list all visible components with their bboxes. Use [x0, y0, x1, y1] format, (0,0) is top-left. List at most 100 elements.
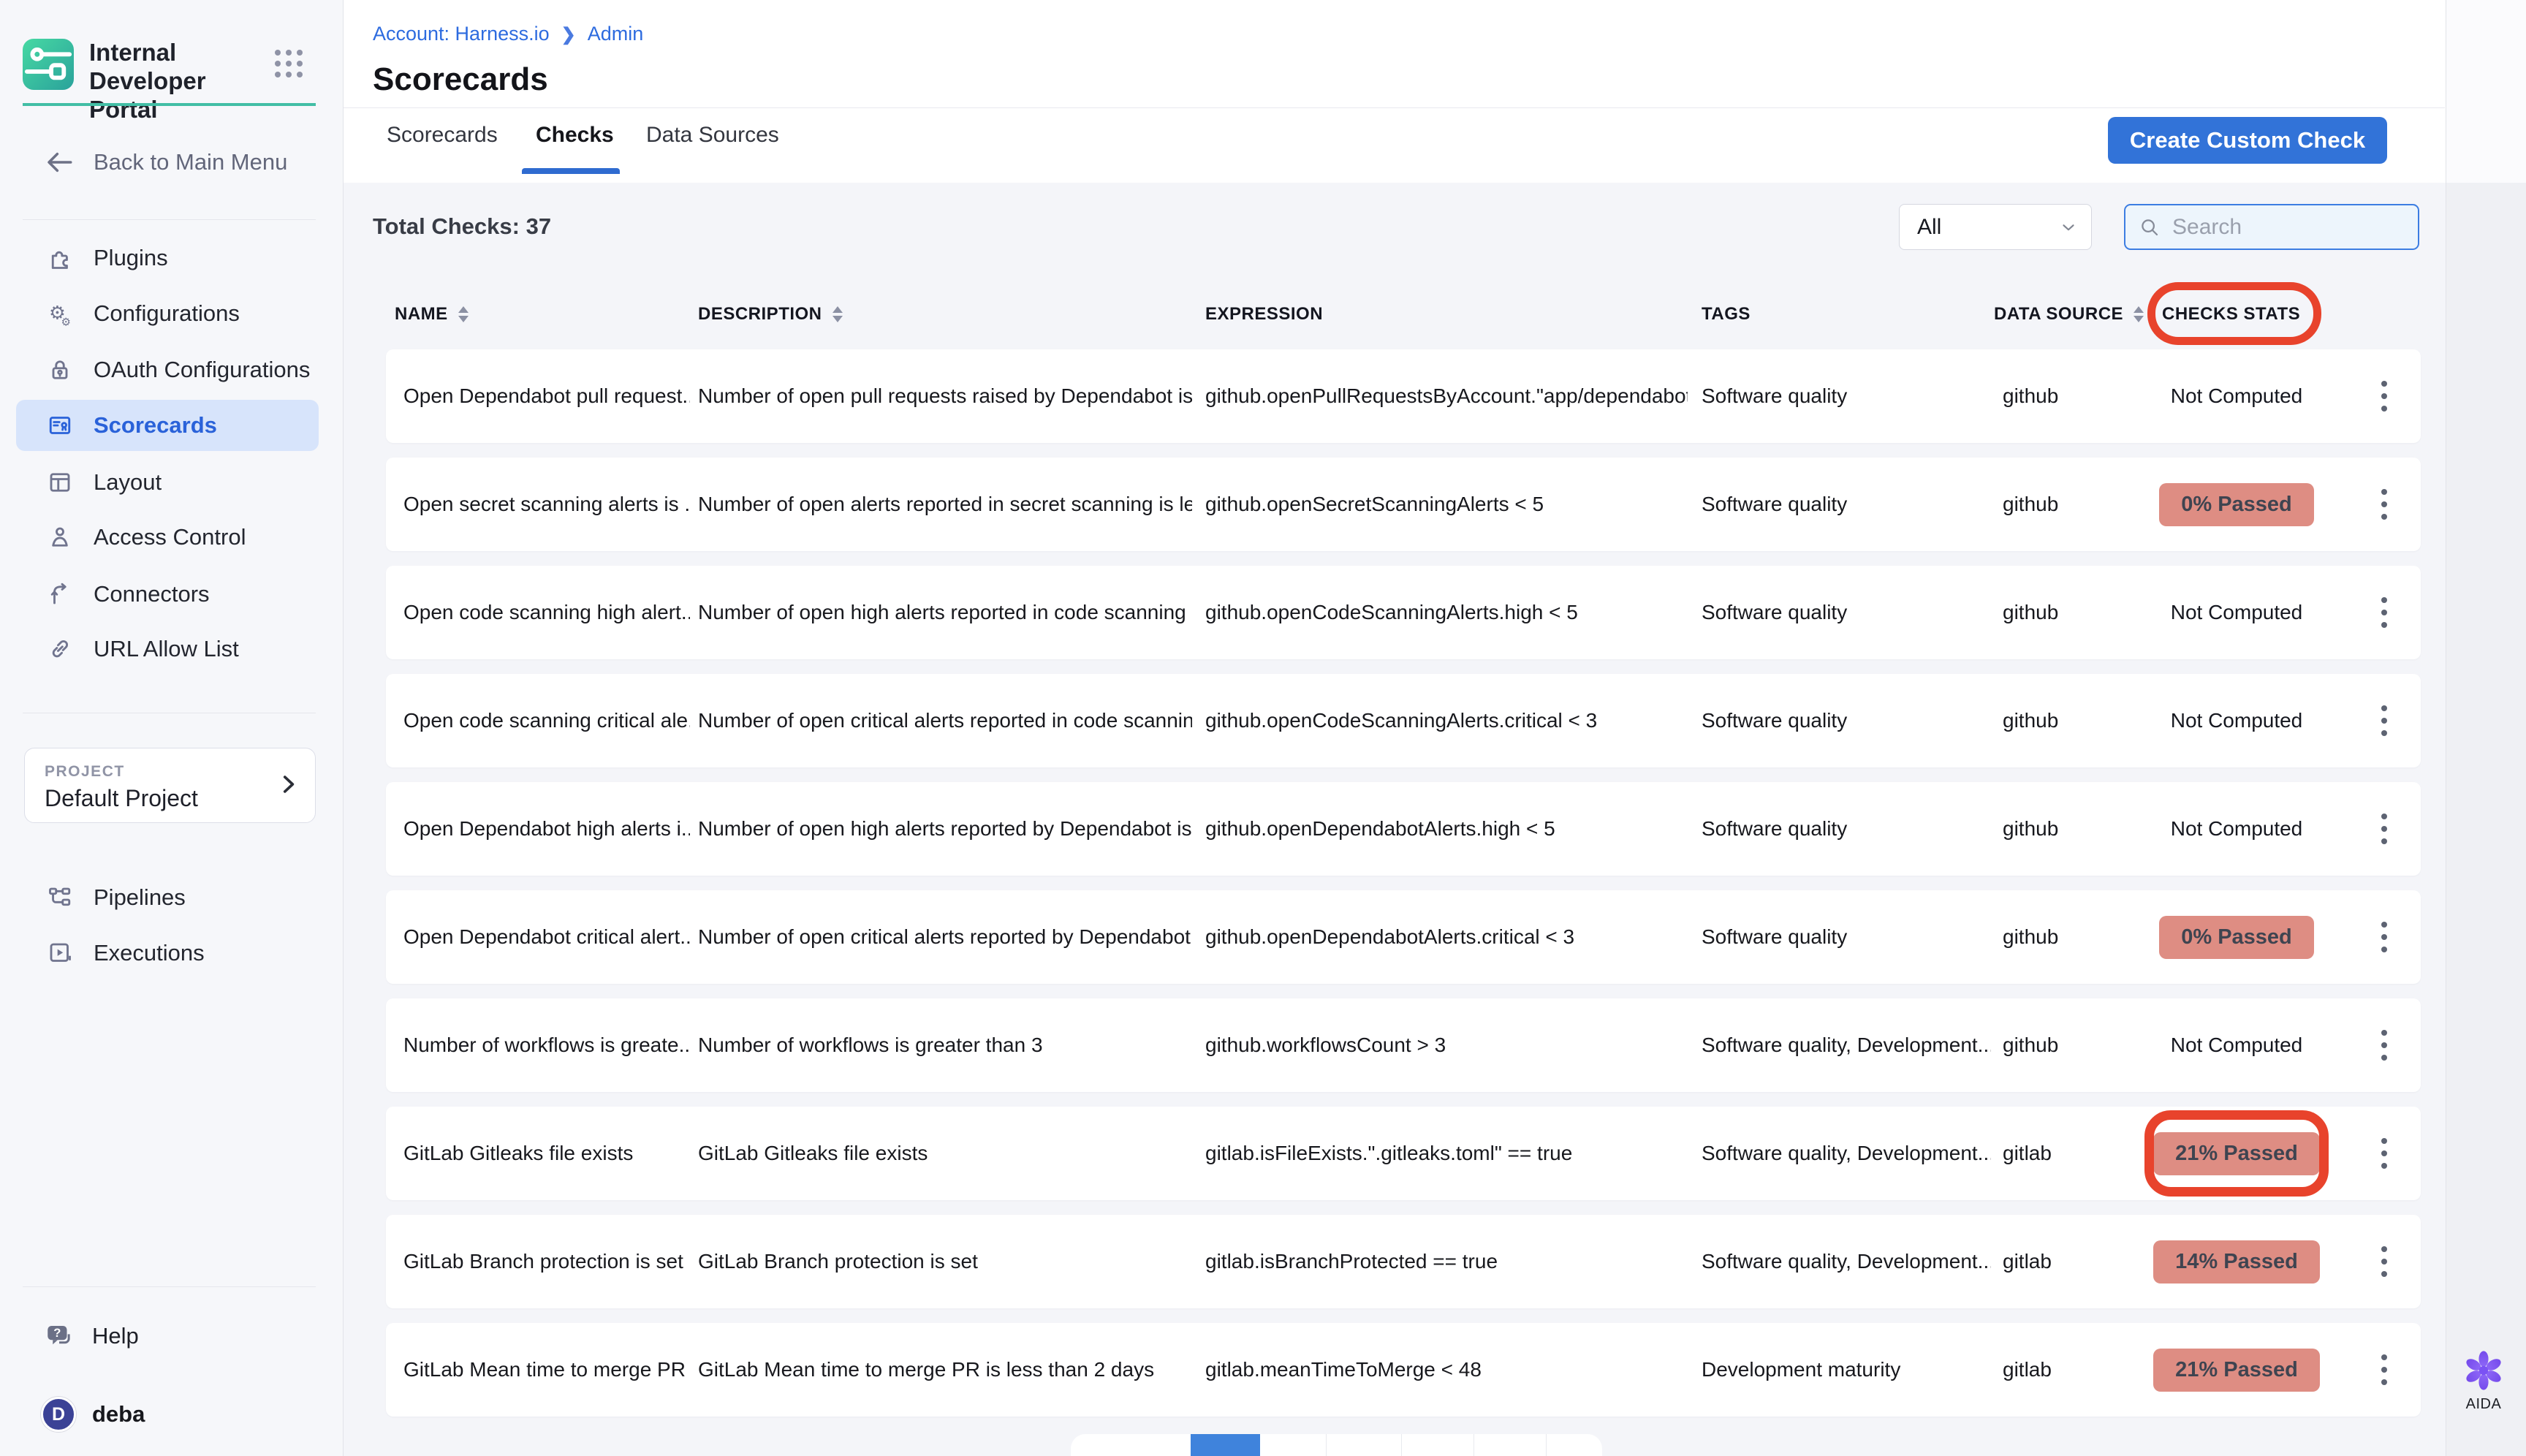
sidebar-item-plugins[interactable]: Plugins	[16, 232, 319, 284]
column-header-label: DATA SOURCE	[1994, 304, 2123, 325]
pipelines-icon	[47, 884, 73, 911]
column-header-tags: TAGS	[1702, 295, 1751, 333]
column-header-description[interactable]: DESCRIPTION	[698, 295, 843, 333]
sidebar-item-configurations[interactable]: ⚙ ⚙ Configurations	[16, 288, 319, 339]
check-data-source: gitlab	[2003, 1107, 2120, 1200]
check-name: Open Dependabot pull request...	[403, 349, 690, 443]
create-custom-check-button[interactable]: Create Custom Check	[2108, 117, 2387, 164]
right-gutter	[2446, 0, 2526, 1456]
table-row: GitLab Mean time to merge PR ... GitLab …	[386, 1323, 2421, 1417]
check-description: Number of open alerts reported in secret…	[698, 458, 1192, 551]
svg-text:⚙: ⚙	[61, 316, 71, 327]
row-menu-button[interactable]	[2368, 998, 2400, 1092]
check-tags: Software quality, Development...	[1702, 1107, 1991, 1200]
row-menu-button[interactable]	[2368, 890, 2400, 984]
executions-icon	[47, 940, 73, 966]
check-data-source: github	[2003, 349, 2120, 443]
check-stats-cell: 21% Passed	[2120, 1323, 2354, 1417]
gears-icon: ⚙ ⚙	[47, 300, 73, 327]
sidebar-item-layout[interactable]: Layout	[16, 457, 319, 508]
tab-checks[interactable]: Checks	[536, 123, 614, 148]
breadcrumb-account-link[interactable]: Account: Harness.io	[373, 23, 550, 45]
filter-value: All	[1917, 215, 2059, 240]
check-stats-value: 21% Passed	[2153, 1349, 2320, 1392]
check-stats-cell: 21% Passed	[2120, 1107, 2354, 1200]
table-row: GitLab Gitleaks file exists GitLab Gitle…	[386, 1107, 2421, 1200]
sidebar-item-oauth-configurations[interactable]: OAuth Configurations	[16, 344, 319, 395]
sort-icon[interactable]	[458, 306, 469, 322]
check-expression: github.openCodeScanningAlerts.high < 5	[1205, 566, 1688, 659]
check-description: Number of open high alerts reported by D…	[698, 782, 1192, 876]
app-grid-icon[interactable]	[275, 50, 306, 80]
lock-icon	[47, 357, 73, 383]
breadcrumb-chevron-icon: ❯	[561, 24, 576, 45]
check-description: GitLab Branch protection is set	[698, 1215, 1192, 1308]
row-menu-button[interactable]	[2368, 674, 2400, 767]
check-expression: gitlab.isFileExists.".gitleaks.toml" == …	[1205, 1107, 1688, 1200]
brand-title: Internal Developer Portal	[89, 38, 265, 124]
check-tags: Software quality	[1702, 674, 1991, 767]
check-stats-cell: Not Computed	[2120, 674, 2354, 767]
sidebar-item-label: Connectors	[94, 581, 210, 607]
sidebar-item-label: Access Control	[94, 524, 246, 550]
project-label: PROJECT	[45, 763, 125, 781]
check-stats-value: Not Computed	[2171, 384, 2303, 408]
check-tags: Software quality, Development...	[1702, 998, 1991, 1092]
column-header-name[interactable]: NAME	[395, 295, 469, 333]
sidebar-divider	[23, 219, 316, 220]
row-menu-button[interactable]	[2368, 1107, 2400, 1200]
sidebar-item-url-allow-list[interactable]: URL Allow List	[16, 623, 319, 675]
sidebar-item-connectors[interactable]: Connectors	[16, 569, 319, 620]
plugins-icon	[47, 245, 73, 271]
sidebar-item-access-control[interactable]: Access Control	[16, 512, 319, 563]
pagination-active-page[interactable]	[1191, 1434, 1260, 1456]
search-input[interactable]	[2171, 214, 2456, 240]
sidebar-item-scorecards[interactable]: Scorecards	[16, 400, 319, 451]
check-data-source: github	[2003, 782, 2120, 876]
breadcrumb-admin-link[interactable]: Admin	[588, 23, 644, 45]
check-data-source: gitlab	[2003, 1215, 2120, 1308]
tab-data-sources[interactable]: Data Sources	[646, 123, 779, 148]
row-menu-button[interactable]	[2368, 458, 2400, 551]
pagination-divider	[1546, 1434, 1547, 1456]
filter-dropdown[interactable]: All	[1899, 204, 2092, 250]
check-stats-value: Not Computed	[2171, 1034, 2303, 1057]
pagination-divider	[1326, 1434, 1327, 1456]
row-menu-button[interactable]	[2368, 782, 2400, 876]
pagination-divider	[1401, 1434, 1402, 1456]
chevron-down-icon	[2059, 218, 2078, 237]
avatar: D	[41, 1397, 76, 1432]
table-row: Open Dependabot critical alert... Number…	[386, 890, 2421, 984]
check-name: Open code scanning high alert...	[403, 566, 690, 659]
check-expression: github.openDependabotAlerts.high < 5	[1205, 782, 1688, 876]
check-name: Number of workflows is greate...	[403, 998, 690, 1092]
sidebar-item-pipelines[interactable]: Pipelines	[16, 872, 319, 923]
check-tags: Software quality	[1702, 349, 1991, 443]
user-menu[interactable]: D deba	[41, 1393, 145, 1436]
back-to-main-menu[interactable]: Back to Main Menu	[44, 140, 287, 184]
column-header-data-source[interactable]: DATA SOURCE	[1994, 295, 2144, 333]
sort-icon[interactable]	[2134, 306, 2144, 322]
sort-icon[interactable]	[832, 306, 843, 322]
row-menu-button[interactable]	[2368, 566, 2400, 659]
row-menu-button[interactable]	[2368, 1215, 2400, 1308]
check-description: Number of open high alerts reported in c…	[698, 566, 1192, 659]
aida-assistant-button[interactable]: AIDA	[2457, 1351, 2510, 1413]
sidebar-item-label: Pipelines	[94, 884, 186, 911]
help-button[interactable]: ? Help	[44, 1313, 139, 1360]
row-menu-button[interactable]	[2368, 349, 2400, 443]
row-menu-button[interactable]	[2368, 1323, 2400, 1417]
check-data-source: github	[2003, 890, 2120, 984]
sidebar-item-executions[interactable]: Executions	[16, 928, 319, 979]
project-selector[interactable]: PROJECT Default Project	[24, 748, 316, 823]
check-description: GitLab Mean time to merge PR is less tha…	[698, 1323, 1192, 1417]
sidebar-item-label: Plugins	[94, 245, 168, 271]
sidebar-item-label: Layout	[94, 469, 162, 496]
back-label: Back to Main Menu	[94, 149, 287, 175]
sidebar-item-label: OAuth Configurations	[94, 357, 310, 383]
check-stats-cell: Not Computed	[2120, 998, 2354, 1092]
check-tags: Software quality, Development...	[1702, 1215, 1991, 1308]
person-icon	[47, 524, 73, 550]
tab-scorecards[interactable]: Scorecards	[387, 123, 498, 148]
check-name: Open secret scanning alerts is ...	[403, 458, 690, 551]
